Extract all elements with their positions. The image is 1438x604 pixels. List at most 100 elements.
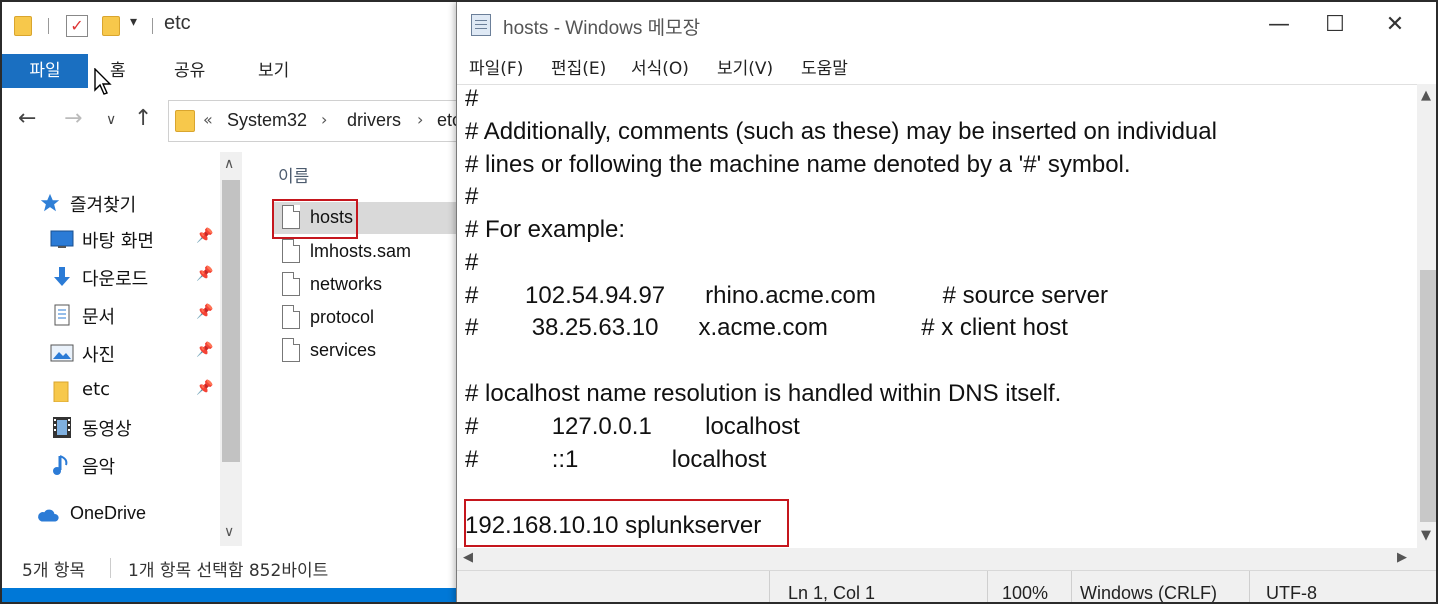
recent-locations-icon[interactable]: ∨ <box>106 112 116 128</box>
chevron-right-icon[interactable]: › <box>417 110 423 129</box>
scroll-right-icon[interactable]: ▶ <box>1397 550 1407 565</box>
menu-view[interactable]: 보기(V) <box>717 54 773 79</box>
file-row-protocol[interactable]: protocol <box>272 302 462 334</box>
forward-arrow-icon[interactable]: → <box>64 106 82 131</box>
menu-format[interactable]: 서식(O) <box>631 54 689 79</box>
notepad-text-area[interactable]: # # Additionally, comments (such as thes… <box>457 84 1417 548</box>
nav-pane-scrollbar[interactable]: ∧ ∨ <box>220 152 242 546</box>
nav-item-label: etc <box>82 379 111 400</box>
toolbar-separator <box>48 18 49 34</box>
pin-icon[interactable]: 📌 <box>196 380 213 396</box>
tab-view[interactable]: 보기 <box>258 54 289 88</box>
scroll-left-icon[interactable]: ◀ <box>463 550 473 565</box>
pin-icon[interactable]: 📌 <box>196 266 213 282</box>
maximize-icon[interactable]: ☐ <box>1303 2 1367 48</box>
nav-item-videos[interactable]: 동영상 <box>2 408 220 444</box>
cloud-icon <box>38 509 59 522</box>
notepad-title-bar[interactable]: hosts - Windows 메모장 — ☐ ✕ <box>457 2 1436 48</box>
text-line: # 102.54.94.97 rhino.acme.com # source s… <box>465 282 1108 309</box>
nav-item-label: 다운로드 <box>82 269 149 290</box>
notepad-horizontal-scrollbar[interactable]: ◀ ▶ <box>457 548 1417 570</box>
document-icon <box>54 304 70 326</box>
notepad-status-bar: Ln 1, Col 1 100% Windows (CRLF) UTF-8 <box>457 570 1436 603</box>
screenshot-frame: ✓ ▾ etc 파일 홈 공유 보기 ← → ∨ ↑ « System32 › <box>0 0 1438 604</box>
nav-item-downloads[interactable]: 다운로드 📌 <box>2 258 220 294</box>
nav-item-pictures[interactable]: 사진 📌 <box>2 334 220 370</box>
nav-item-label: 음악 <box>82 457 116 478</box>
file-name: lmhosts.sam <box>310 241 412 261</box>
music-icon <box>53 455 68 475</box>
scrollbar-corner <box>1417 548 1436 570</box>
properties-icon[interactable]: ✓ <box>66 15 88 37</box>
nav-item-quick-access[interactable]: 즐겨찾기 <box>2 184 220 220</box>
navigation-pane: 즐겨찾기 바탕 화면 📌 다운로드 📌 문서 📌 사진 📌 etc 📌 동영상 … <box>2 152 242 546</box>
zoom-level: 100% <box>1002 583 1049 603</box>
nav-item-desktop[interactable]: 바탕 화면 📌 <box>2 220 220 256</box>
video-icon <box>53 417 71 438</box>
file-row-services[interactable]: services <box>272 335 462 367</box>
scrollbar-thumb[interactable] <box>1420 270 1436 522</box>
nav-item-label: 사진 <box>82 345 116 366</box>
minimize-icon[interactable]: — <box>1247 2 1311 48</box>
file-row-lmhosts[interactable]: lmhosts.sam <box>272 236 462 268</box>
back-arrow-icon[interactable]: ← <box>18 106 36 131</box>
star-icon <box>40 193 60 212</box>
up-arrow-icon[interactable]: ↑ <box>134 106 152 131</box>
file-icon <box>282 305 300 329</box>
menu-file[interactable]: 파일(F) <box>469 54 523 79</box>
tab-file[interactable]: 파일 <box>2 54 88 88</box>
nav-item-label: 동영상 <box>82 419 132 440</box>
text-line: # 127.0.0.1 localhost <box>465 413 800 440</box>
nav-item-label: 즐겨찾기 <box>70 195 137 216</box>
pin-icon[interactable]: 📌 <box>196 342 213 358</box>
scroll-down-icon[interactable]: ▼ <box>1421 528 1431 543</box>
column-header-name[interactable]: 이름 <box>278 162 309 187</box>
breadcrumb-drivers[interactable]: drivers <box>347 110 401 131</box>
chevron-right-icon[interactable]: › <box>321 110 327 129</box>
nav-item-etc[interactable]: etc 📌 <box>2 372 220 408</box>
menu-help[interactable]: 도움말 <box>801 54 848 79</box>
nav-item-label: 문서 <box>82 307 116 328</box>
text-line: # lines or following the machine name de… <box>465 151 1131 178</box>
toolbar-separator <box>152 18 153 34</box>
text-line: # <box>465 249 479 276</box>
status-cell-encoding: UTF-8 <box>1249 571 1436 603</box>
file-row-networks[interactable]: networks <box>272 269 462 301</box>
status-separator <box>110 558 111 578</box>
scroll-up-icon[interactable]: ▲ <box>1421 88 1431 103</box>
download-icon <box>54 267 70 286</box>
text-line: # <box>465 85 479 112</box>
pin-icon[interactable]: 📌 <box>196 228 213 244</box>
window-title: etc <box>164 12 191 34</box>
tab-share[interactable]: 공유 <box>174 54 205 88</box>
close-icon[interactable]: ✕ <box>1363 2 1427 48</box>
notepad-vertical-scrollbar[interactable]: ▲ ▼ <box>1417 84 1436 548</box>
scroll-up-icon[interactable]: ∧ <box>224 156 234 172</box>
file-explorer-window: ✓ ▾ etc 파일 홈 공유 보기 ← → ∨ ↑ « System32 › <box>2 2 468 602</box>
text-line: # localhost name resolution is handled w… <box>465 380 1062 407</box>
scrollbar-thumb[interactable] <box>222 180 240 462</box>
pin-icon[interactable]: 📌 <box>196 304 213 320</box>
breadcrumb-system32[interactable]: System32 <box>227 110 307 131</box>
desktop-icon <box>50 230 74 248</box>
nav-item-music[interactable]: 음악 <box>2 446 220 482</box>
menu-edit[interactable]: 편집(E) <box>551 54 606 79</box>
breadcrumb-overflow[interactable]: « <box>203 110 213 129</box>
line-ending: Windows (CRLF) <box>1080 583 1218 603</box>
picture-icon <box>50 344 74 362</box>
nav-item-documents[interactable]: 문서 📌 <box>2 296 220 332</box>
new-folder-icon[interactable] <box>102 16 120 36</box>
file-icon <box>282 239 300 263</box>
scroll-down-icon[interactable]: ∨ <box>224 524 234 540</box>
file-icon <box>282 272 300 296</box>
notepad-app-icon[interactable] <box>471 14 491 36</box>
nav-item-onedrive[interactable]: OneDrive <box>2 496 220 532</box>
text-line: # For example: <box>465 216 626 243</box>
text-line: # <box>465 183 479 210</box>
file-name: protocol <box>310 307 375 327</box>
encoding: UTF-8 <box>1266 583 1317 603</box>
customize-toolbar-icon[interactable]: ▾ <box>130 14 137 30</box>
folder-icon[interactable] <box>14 16 32 36</box>
address-bar[interactable]: « System32 › drivers › etc <box>168 100 468 142</box>
text-line: # 38.25.63.10 x.acme.com # x client host <box>465 314 1068 341</box>
